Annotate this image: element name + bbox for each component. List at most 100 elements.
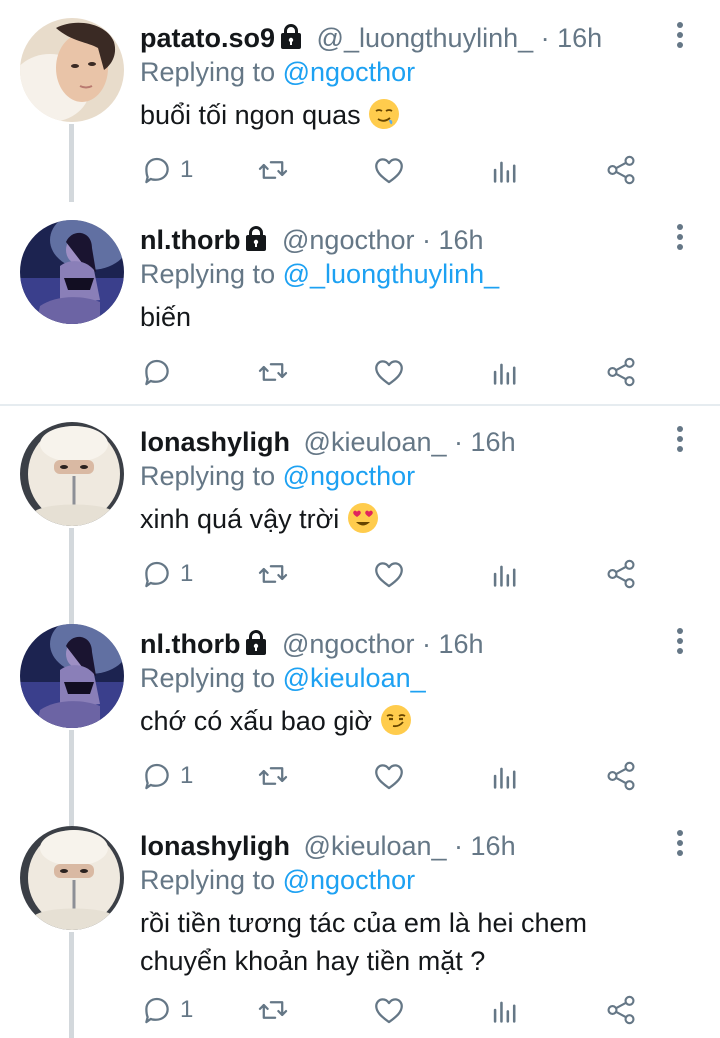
handle-timestamp: @_luongthuylinh_ · 16h — [316, 23, 603, 53]
reply-icon — [140, 355, 174, 389]
analytics-icon — [488, 759, 522, 793]
thread-line — [69, 730, 74, 808]
mention-link[interactable]: @ngocthor — [283, 865, 415, 895]
heart-eyes-emoji — [347, 502, 379, 534]
retweet-icon — [256, 759, 290, 793]
avatar[interactable] — [20, 422, 124, 526]
display-name[interactable]: lonashyligh — [140, 831, 290, 861]
analytics-button[interactable] — [488, 990, 522, 1030]
like-icon — [372, 355, 406, 389]
share-button[interactable] — [604, 150, 638, 190]
tweet-text: biến — [140, 302, 192, 332]
reply-count: 1 — [180, 762, 194, 789]
reply-icon — [140, 759, 174, 793]
tweet[interactable]: lonashyligh @kieuloan_ · 16h Replying to… — [0, 404, 720, 606]
mention-link[interactable]: @ngocthor — [283, 57, 415, 87]
thread-line — [69, 528, 74, 606]
reply-button[interactable]: 1 — [140, 150, 193, 190]
analytics-button[interactable] — [488, 150, 522, 190]
share-icon — [604, 759, 638, 793]
thread-line — [69, 808, 74, 826]
tweet-text-line: chuyển khoản hay tiền mặt ? — [140, 946, 486, 976]
handle-timestamp: @kieuloan_ · 16h — [303, 427, 516, 457]
tweet[interactable]: nl.thorb @ngocthor · 16h Replying to @ki… — [0, 606, 720, 808]
share-icon — [604, 993, 638, 1027]
like-button[interactable] — [372, 990, 406, 1030]
like-icon — [372, 153, 406, 187]
analytics-button[interactable] — [488, 756, 522, 796]
analytics-icon — [488, 355, 522, 389]
like-icon — [372, 759, 406, 793]
lock-icon — [279, 24, 303, 50]
analytics-button[interactable] — [488, 352, 522, 392]
more-icon[interactable] — [674, 830, 686, 858]
mention-link[interactable]: @ngocthor — [283, 461, 415, 491]
replying-to: Replying to @kieuloan_ — [140, 663, 426, 693]
reply-count: 1 — [180, 996, 194, 1023]
like-button[interactable] — [372, 150, 406, 190]
retweet-icon — [256, 153, 290, 187]
tweet[interactable]: patato.so9 @_luongthuylinh_ · 16h Replyi… — [0, 0, 720, 202]
retweet-icon — [256, 993, 290, 1027]
share-icon — [604, 355, 638, 389]
retweet-button[interactable] — [256, 150, 290, 190]
replying-to: Replying to @ngocthor — [140, 57, 416, 87]
mention-link[interactable]: @kieuloan_ — [283, 663, 426, 693]
handle-timestamp: @ngocthor · 16h — [282, 629, 484, 659]
analytics-icon — [488, 153, 522, 187]
retweet-button[interactable] — [256, 352, 290, 392]
replying-to: Replying to @ngocthor — [140, 865, 416, 895]
avatar[interactable] — [20, 624, 124, 728]
retweet-button[interactable] — [256, 756, 290, 796]
share-icon — [604, 557, 638, 591]
like-button[interactable] — [372, 756, 406, 796]
reply-button[interactable]: 1 — [140, 554, 193, 594]
tweet[interactable]: nl.thorb @ngocthor · 16h Replying to @_l… — [0, 202, 720, 404]
display-name[interactable]: nl.thorb — [140, 629, 240, 659]
analytics-icon — [488, 557, 522, 591]
action-bar: 1 — [140, 990, 640, 1030]
more-icon[interactable] — [674, 628, 686, 656]
share-button[interactable] — [604, 554, 638, 594]
display-name[interactable]: nl.thorb — [140, 225, 240, 255]
action-bar: 1 — [140, 756, 640, 796]
avatar[interactable] — [20, 18, 124, 122]
retweet-icon — [256, 355, 290, 389]
like-button[interactable] — [372, 352, 406, 392]
like-button[interactable] — [372, 554, 406, 594]
tweet-text: xinh quá vậy trời — [140, 500, 650, 538]
reply-icon — [140, 153, 174, 187]
more-icon[interactable] — [674, 224, 686, 252]
lock-icon — [244, 630, 268, 656]
reply-button[interactable]: 1 — [140, 756, 193, 796]
reply-button[interactable] — [140, 352, 174, 392]
reply-button[interactable]: 1 — [140, 990, 193, 1030]
action-bar — [140, 352, 640, 392]
share-button[interactable] — [604, 756, 638, 796]
tweet[interactable]: lonashyligh @kieuloan_ · 16h Replying to… — [0, 808, 720, 1038]
analytics-icon — [488, 993, 522, 1027]
retweet-button[interactable] — [256, 554, 290, 594]
tweet-text: chớ có xấu bao giờ — [140, 702, 650, 740]
like-icon — [372, 557, 406, 591]
avatar[interactable] — [20, 826, 124, 930]
share-button[interactable] — [604, 352, 638, 392]
replying-to: Replying to @ngocthor — [140, 461, 416, 491]
avatar[interactable] — [20, 220, 124, 324]
reply-icon — [140, 993, 174, 1027]
retweet-button[interactable] — [256, 990, 290, 1030]
like-icon — [372, 993, 406, 1027]
display-name[interactable]: lonashyligh — [140, 427, 290, 457]
smirking-face-emoji — [380, 704, 412, 736]
tweet-text: buổi tối ngon quas — [140, 96, 650, 134]
tweet-text: rồi tiền tương tác của em là hei chem ch… — [140, 904, 650, 980]
handle-timestamp: @ngocthor · 16h — [282, 225, 484, 255]
share-button[interactable] — [604, 990, 638, 1030]
more-icon[interactable] — [674, 426, 686, 454]
action-bar: 1 — [140, 554, 640, 594]
display-name[interactable]: patato.so9 — [140, 23, 275, 53]
mention-link[interactable]: @_luongthuylinh_ — [283, 259, 500, 289]
more-icon[interactable] — [674, 22, 686, 50]
thread-line — [69, 124, 74, 202]
analytics-button[interactable] — [488, 554, 522, 594]
